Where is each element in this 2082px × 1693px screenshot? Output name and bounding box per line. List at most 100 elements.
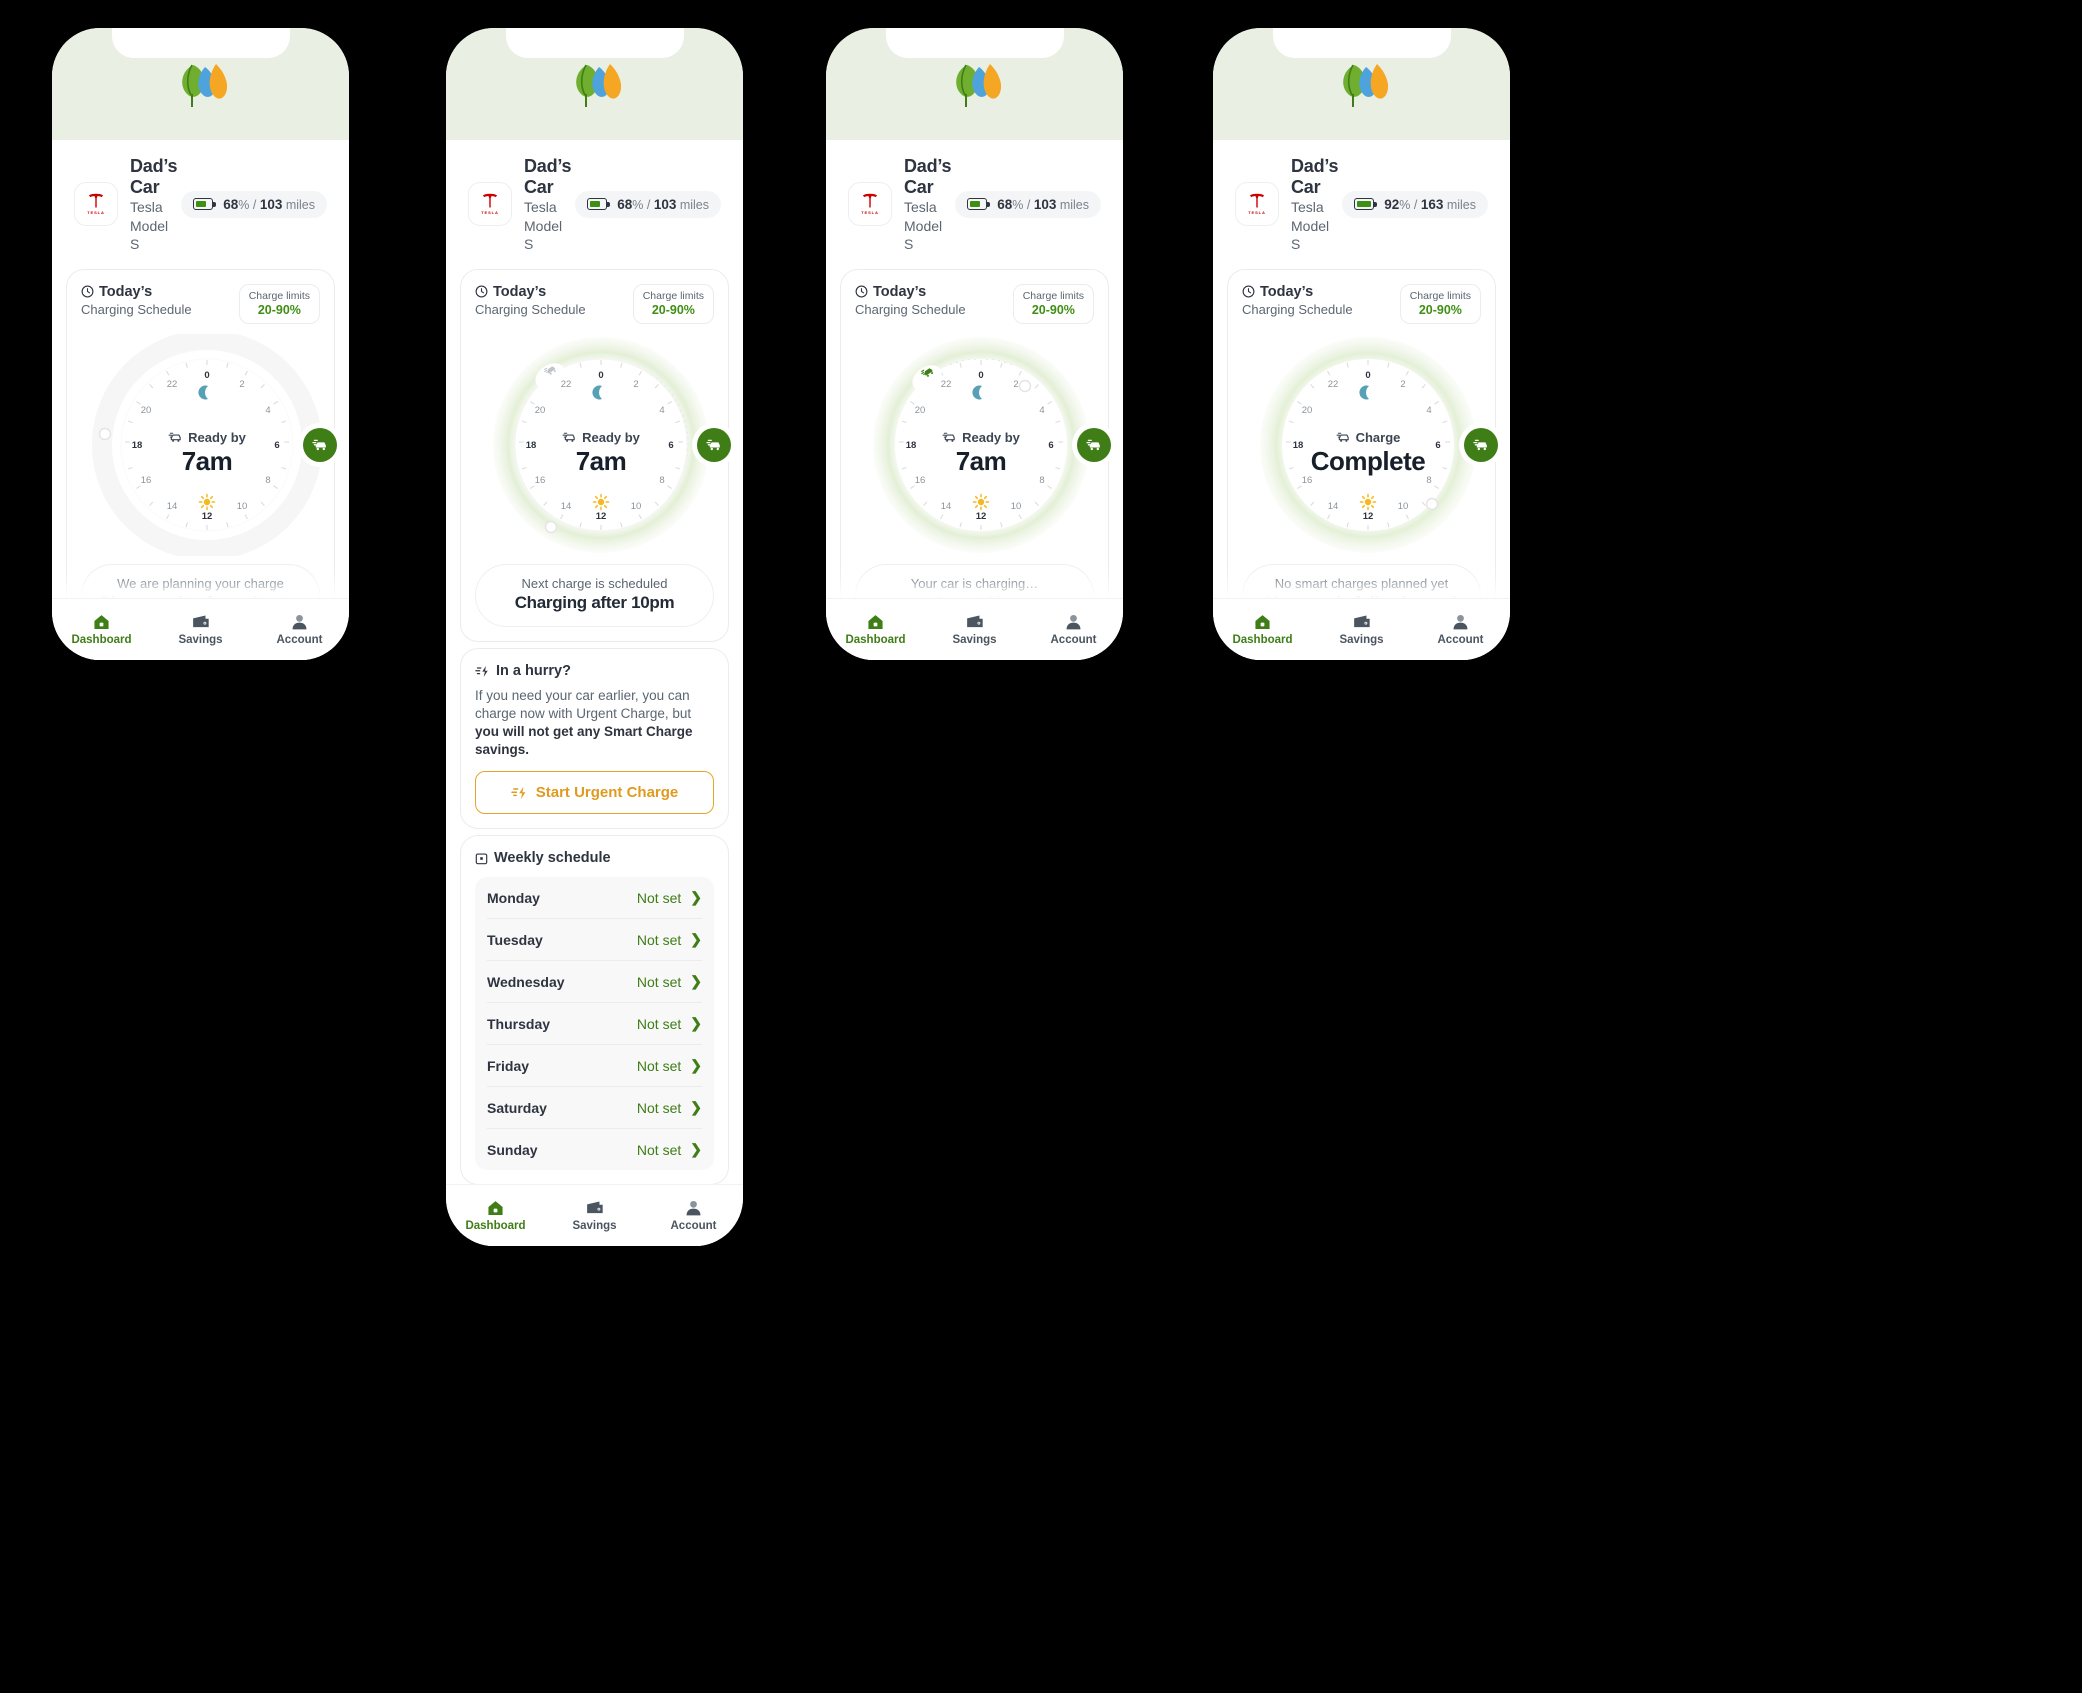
- charge-limits-box[interactable]: Charge limits 20-90%: [1399, 283, 1481, 325]
- svg-text:6: 6: [1048, 440, 1053, 451]
- car-charging-icon: [1472, 439, 1487, 451]
- svg-text:6: 6: [274, 440, 279, 451]
- svg-text:22: 22: [167, 379, 178, 390]
- bottom-navigation: Dashboard Savings Account: [52, 598, 349, 660]
- table-row[interactable]: Thursday Not set ❯: [487, 1003, 702, 1046]
- nav-item-account[interactable]: Account: [644, 1200, 743, 1232]
- status-pill-scheduled: Next charge is scheduled Charging after …: [475, 564, 714, 628]
- battery-text: 68% / 103 miles: [223, 196, 315, 212]
- table-row[interactable]: Sunday Not set ❯: [487, 1129, 702, 1170]
- bottom-navigation: Dashboard Savings Account: [1213, 598, 1510, 660]
- schedule-title: Today’s: [873, 283, 927, 300]
- nav-item-savings[interactable]: Savings: [1312, 614, 1411, 646]
- schedule-subtitle: Charging Schedule: [475, 301, 586, 317]
- svg-text:6: 6: [1435, 440, 1440, 451]
- car-position-knob[interactable]: [1077, 428, 1111, 463]
- table-row[interactable]: Tuesday Not set ❯: [487, 919, 702, 962]
- charge-limits-label: Charge limits: [1022, 289, 1084, 302]
- car-position-knob[interactable]: [697, 428, 731, 463]
- car-charging-icon: [311, 439, 326, 451]
- battery-text: 92% / 163 miles: [1384, 196, 1476, 212]
- phone-notch: [1272, 28, 1451, 58]
- in-a-hurry-card: In a hurry? If you need your car earlier…: [460, 648, 729, 830]
- charge-limits-box[interactable]: Charge limits 20-90%: [1012, 283, 1094, 325]
- car-summary-row[interactable]: TESLA Dad’s Car Tesla Model S 68% / 103 …: [52, 140, 349, 263]
- charge-limits-box[interactable]: Charge limits 20-90%: [238, 283, 320, 325]
- phone-screen-charging: TESLA Dad’s Car Tesla Model S 68% / 103 …: [826, 28, 1123, 660]
- charging-dial-active[interactable]: 0 24 6 8 10 12 14 16 18 20 22 Ready by 7…: [855, 334, 1111, 556]
- start-urgent-charge-button[interactable]: Start Urgent Charge: [475, 771, 714, 815]
- svg-text:10: 10: [631, 501, 642, 512]
- svg-text:14: 14: [561, 501, 572, 512]
- person-icon: [292, 614, 307, 629]
- charging-schedule-card: Today’s Charging Schedule Charge limits …: [840, 268, 1111, 643]
- nav-item-account[interactable]: Account: [1024, 614, 1123, 646]
- chevron-right-icon: ❯: [690, 1015, 702, 1032]
- sun-icon: [972, 493, 990, 511]
- nav-item-savings[interactable]: Savings: [925, 614, 1024, 646]
- urgent-charge-icon: [475, 665, 488, 677]
- charge-limits-value: 20-90%: [1031, 302, 1075, 317]
- svg-text:12: 12: [202, 511, 213, 522]
- schedule-card-header: Today’s Charging Schedule Charge limits …: [855, 283, 1094, 325]
- car-summary-row[interactable]: TESLA Dad’s Car Tesla Model S 92% / 163 …: [1213, 140, 1510, 263]
- schedule-subtitle: Charging Schedule: [855, 301, 966, 317]
- nav-item-dashboard[interactable]: Dashboard: [826, 614, 925, 646]
- car-position-knob[interactable]: [303, 428, 337, 463]
- status-top-text: No smart charges planned yet: [1274, 576, 1449, 592]
- wallet-icon: [1353, 615, 1370, 627]
- nav-item-account[interactable]: Account: [1411, 614, 1510, 646]
- nav-item-savings[interactable]: Savings: [545, 1200, 644, 1232]
- hurry-body: If you need your car earlier, you can ch…: [475, 687, 714, 758]
- wallet-icon: [966, 615, 983, 627]
- table-row[interactable]: Saturday Not set ❯: [487, 1087, 702, 1130]
- svg-text:8: 8: [1426, 475, 1431, 486]
- tesla-logo-icon: TESLA: [74, 182, 118, 227]
- svg-text:12: 12: [596, 511, 607, 522]
- nav-item-dashboard[interactable]: Dashboard: [446, 1200, 545, 1232]
- svg-text:10: 10: [1398, 501, 1409, 512]
- clock-icon: [1242, 285, 1255, 298]
- tesla-logo-icon: TESLA: [468, 182, 512, 227]
- svg-text:14: 14: [1328, 501, 1339, 512]
- nav-label-account: Account: [276, 633, 323, 646]
- nav-label-savings: Savings: [178, 633, 223, 646]
- table-row[interactable]: Wednesday Not set ❯: [487, 961, 702, 1004]
- schedule-titles: Today’s Charging Schedule: [1242, 284, 1353, 317]
- charging-dial-complete[interactable]: 0 24 6 8 10 12 14 16 18 20 22 Charge Com…: [1242, 334, 1498, 556]
- table-row[interactable]: Monday Not set ❯: [487, 877, 702, 920]
- schedule-card-header: Today’s Charging Schedule Charge limits …: [81, 283, 320, 325]
- phone-notch: [885, 28, 1064, 58]
- urgent-charge-icon: [510, 786, 526, 800]
- start-time-handle: [544, 520, 558, 534]
- svg-text:8: 8: [1039, 475, 1044, 486]
- nav-item-account[interactable]: Account: [250, 614, 349, 646]
- bottom-navigation: Dashboard Savings Account: [446, 1184, 743, 1246]
- charging-dial-scheduled[interactable]: 0 24 6 8 10 12 14 16 18 20 22 Ready by 7…: [475, 334, 731, 556]
- charging-schedule-card: Today’s Charging Schedule Charge limits …: [66, 268, 337, 643]
- charging-dial-idle[interactable]: 0 2 4 6 8 10 12 14 16 18 20 22 Ready by …: [81, 334, 337, 557]
- nav-item-savings[interactable]: Savings: [151, 614, 250, 646]
- nav-label-dashboard: Dashboard: [465, 1219, 526, 1232]
- nav-item-dashboard[interactable]: Dashboard: [52, 614, 151, 646]
- urgent-button-label: Start Urgent Charge: [535, 784, 679, 802]
- schedule-titles: Today’s Charging Schedule: [81, 284, 192, 317]
- svg-text:18: 18: [526, 440, 537, 451]
- hurry-title: In a hurry?: [496, 663, 571, 680]
- car-summary-row[interactable]: TESLA Dad’s Car Tesla Model S 68% / 103 …: [446, 140, 743, 263]
- charge-limits-box[interactable]: Charge limits 20-90%: [632, 283, 714, 325]
- car-names: Dad’s Car Tesla Model S: [1291, 156, 1339, 253]
- nav-item-dashboard[interactable]: Dashboard: [1213, 614, 1312, 646]
- charge-limits-value: 20-90%: [1418, 302, 1462, 317]
- bottom-navigation: Dashboard Savings Account: [826, 598, 1123, 660]
- svg-text:16: 16: [535, 475, 546, 486]
- weekday-label: Wednesday: [487, 973, 565, 990]
- nav-label-dashboard: Dashboard: [1232, 633, 1293, 646]
- weekday-value: Not set: [636, 1015, 682, 1032]
- charge-limits-label: Charge limits: [1409, 289, 1471, 302]
- ovo-leaf-drop-flame-logo: [181, 64, 227, 107]
- car-summary-row[interactable]: TESLA Dad’s Car Tesla Model S 68% / 103 …: [826, 140, 1123, 263]
- car-position-knob[interactable]: [1464, 428, 1498, 463]
- svg-text:4: 4: [659, 405, 664, 416]
- table-row[interactable]: Friday Not set ❯: [487, 1045, 702, 1088]
